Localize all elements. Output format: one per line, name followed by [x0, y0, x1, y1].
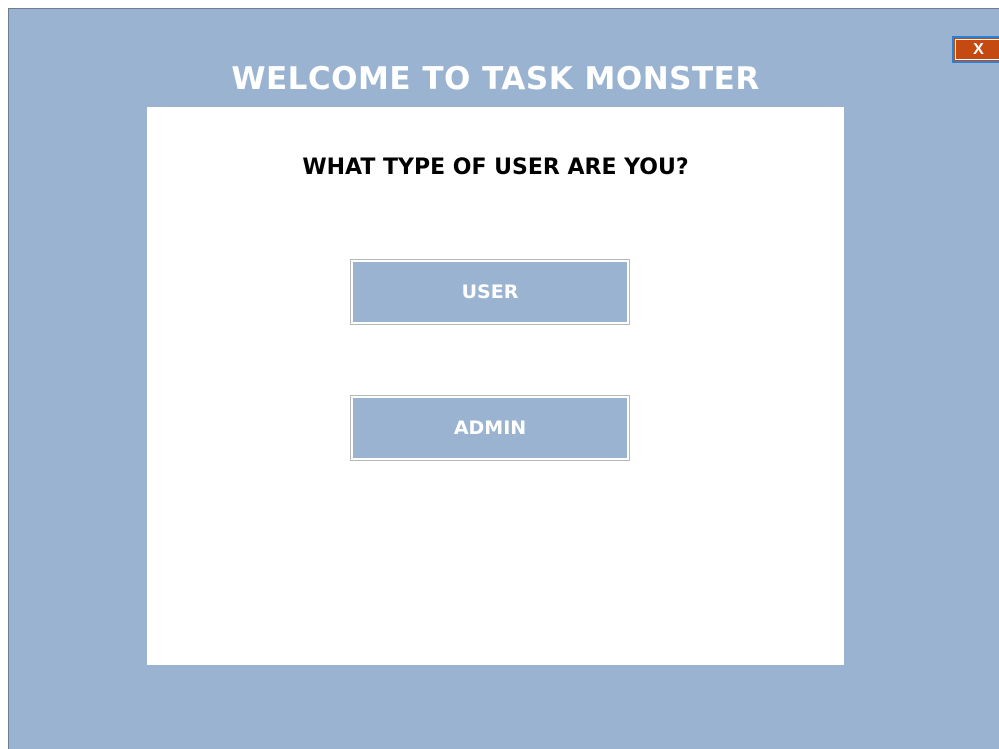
close-icon: X: [973, 40, 984, 58]
admin-button[interactable]: ADMIN: [350, 395, 630, 461]
close-button[interactable]: X: [952, 36, 999, 63]
user-type-panel: WHAT TYPE OF USER ARE YOU? USER ADMIN: [147, 107, 844, 665]
page-title: WELCOME TO TASK MONSTER: [231, 61, 760, 97]
user-type-question: WHAT TYPE OF USER ARE YOU?: [302, 155, 689, 180]
app-window: X WELCOME TO TASK MONSTER WHAT TYPE OF U…: [8, 8, 999, 749]
user-button-label: USER: [461, 281, 519, 303]
admin-button-label: ADMIN: [453, 417, 527, 439]
user-button[interactable]: USER: [350, 259, 630, 325]
